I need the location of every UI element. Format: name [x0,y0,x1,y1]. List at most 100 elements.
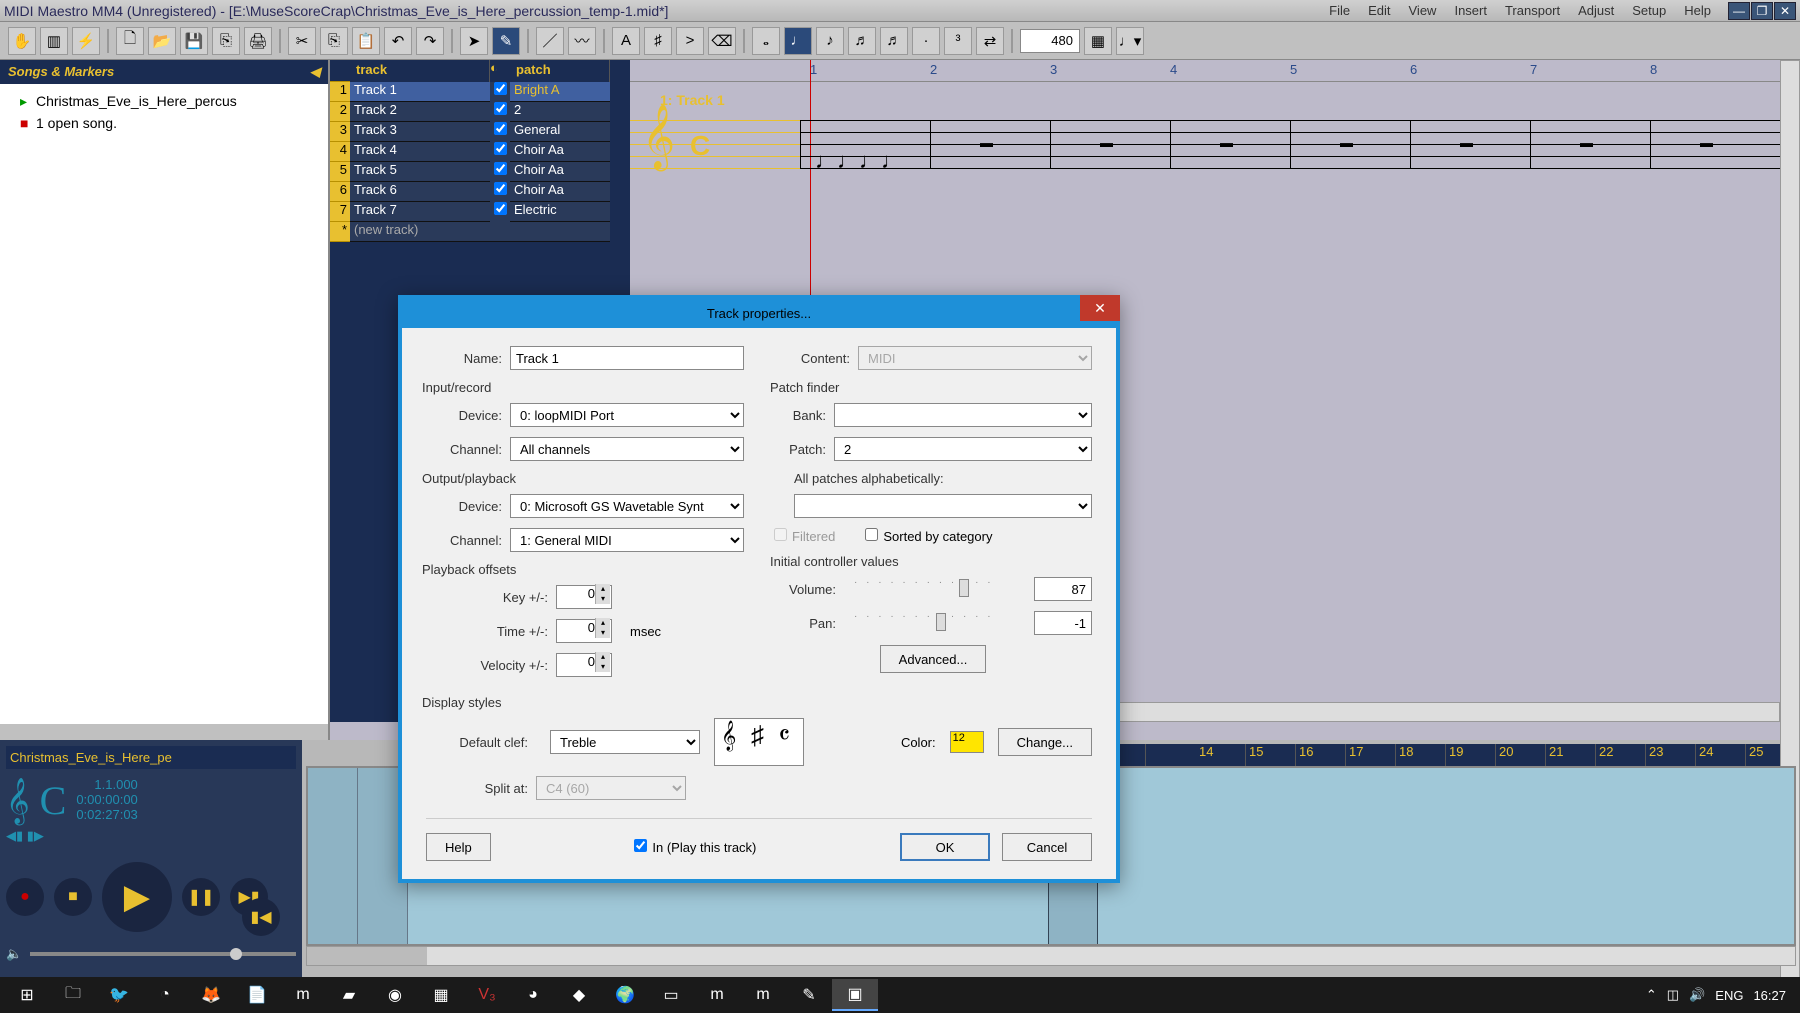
track-enable-chk[interactable] [494,142,507,155]
ok-button[interactable]: OK [900,833,990,861]
track-row[interactable]: 7Track 7Electric [330,202,630,222]
play-track-chk[interactable] [634,839,647,852]
task-app-icon[interactable]: ◔ [142,979,188,1011]
menu-insert[interactable]: Insert [1446,1,1495,20]
sorted-chk[interactable] [865,528,878,541]
tool-paste-icon[interactable]: 📋 [352,27,380,55]
tool-note-quarter-icon[interactable]: ♩ [784,27,812,55]
pause-button[interactable]: ❚❚ [182,878,220,916]
volume-slider-dlg[interactable] [854,587,1024,591]
task-current-icon[interactable]: ▣ [832,979,878,1011]
track-enable-chk[interactable] [494,82,507,95]
menu-edit[interactable]: Edit [1360,1,1398,20]
task-app-icon[interactable]: 🐦 [96,979,142,1011]
input-channel-select[interactable]: All channels [510,437,744,461]
task-app-icon[interactable]: ▦ [418,979,464,1011]
stop-button[interactable]: ■ [54,878,92,916]
clef-select[interactable]: Treble [550,730,700,754]
tool-cut-icon[interactable]: ✂ [288,27,316,55]
task-app-icon[interactable]: 📄 [234,979,280,1011]
tool-savemulti-icon[interactable]: ⎘ [212,27,240,55]
task-app-icon[interactable]: V₃ [464,979,510,1011]
tool-grid-icon[interactable]: ▦ [1084,27,1112,55]
change-color-button[interactable]: Change... [998,728,1092,756]
overview-ruler[interactable]: 11 12 14 15 16 17 18 19 20 21 22 23 24 2… [1046,744,1796,766]
alpha-patch-select[interactable] [794,494,1092,518]
menu-help[interactable]: Help [1676,1,1719,20]
help-button[interactable]: Help [426,833,491,861]
tool-print-icon[interactable]: 🖨 [244,27,272,55]
minimize-button[interactable]: — [1728,2,1750,20]
menu-adjust[interactable]: Adjust [1570,1,1622,20]
tool-dot-icon[interactable]: · [912,27,940,55]
menu-view[interactable]: View [1401,1,1445,20]
panel-collapse-icon[interactable]: ◀ [310,64,320,80]
track-enable-chk[interactable] [494,102,507,115]
tray-volume-icon[interactable]: 🔊 [1689,987,1705,1003]
pan-slider[interactable] [854,621,1024,625]
advanced-button[interactable]: Advanced... [880,645,987,673]
menu-file[interactable]: File [1321,1,1358,20]
tool-curve-icon[interactable]: 〰 [568,27,596,55]
task-app-icon[interactable]: ▰ [326,979,372,1011]
dialog-close-button[interactable]: ✕ [1080,295,1120,321]
task-app-icon[interactable]: m [694,979,740,1011]
volume-value[interactable] [1034,577,1092,601]
tool-sharp-icon[interactable]: ♯ [644,27,672,55]
track-enable-chk[interactable] [494,182,507,195]
track-row[interactable]: 1Track 1Bright A [330,82,630,102]
tool-eraser-icon[interactable]: ⌫ [708,27,736,55]
track-row[interactable]: 5Track 5Choir Aa [330,162,630,182]
track-header[interactable]: track [350,60,490,82]
tool-arrow-icon[interactable]: ➤ [460,27,488,55]
record-button[interactable]: ● [6,878,44,916]
track-enable-chk[interactable] [494,122,507,135]
song-item[interactable]: 1 open song. [6,112,322,134]
output-device-select[interactable]: 0: Microsoft GS Wavetable Synt [510,494,744,518]
tool-pencil-icon[interactable]: ✎ [492,27,520,55]
bank-select[interactable] [834,403,1092,427]
tool-text-icon[interactable]: A [612,27,640,55]
tray-net-icon[interactable]: ◫ [1667,987,1679,1003]
name-input[interactable] [510,346,744,370]
patch-select[interactable]: 2 [834,437,1092,461]
overview-hscroll[interactable] [306,946,1796,966]
maximize-button[interactable]: ❐ [1751,2,1773,20]
tool-note-32-icon[interactable]: ♬ [880,27,908,55]
key-offset-spin[interactable]: 0 [556,585,612,609]
tray-time[interactable]: 16:27 [1753,988,1786,1003]
tool-accent-icon[interactable]: > [676,27,704,55]
tool-wand-icon[interactable]: ⚡ [72,27,100,55]
time-offset-spin[interactable]: 0 [556,619,612,643]
track-row[interactable]: 3Track 3General [330,122,630,142]
track-enable-chk[interactable] [494,162,507,175]
tool-tempo-icon[interactable]: ⇄ [976,27,1004,55]
input-device-select[interactable]: 0: loopMIDI Port [510,403,744,427]
song-item[interactable]: Christmas_Eve_is_Here_percus [6,90,322,112]
track-vis-icon[interactable]: ◐ [490,60,510,82]
track-enable-chk[interactable] [494,202,507,215]
tool-save-icon[interactable]: 💾 [180,27,208,55]
tool-new-icon[interactable]: 🗋 [116,27,144,55]
tool-open-icon[interactable]: 📂 [148,27,176,55]
start-button[interactable]: ⊞ [4,979,50,1011]
volume-slider[interactable] [30,952,296,956]
task-firefox-icon[interactable]: 🦊 [188,979,234,1011]
task-app-icon[interactable]: ◆ [556,979,602,1011]
track-row[interactable]: 6Track 6Choir Aa [330,182,630,202]
task-explorer-icon[interactable]: 🗀 [50,979,96,1011]
task-app-icon[interactable]: 🌍 [602,979,648,1011]
velocity-offset-spin[interactable]: 0 [556,653,612,677]
tool-piano-icon[interactable]: ▥ [40,27,68,55]
tool-triplet-icon[interactable]: ³ [944,27,972,55]
close-button[interactable]: ✕ [1774,2,1796,20]
output-channel-select[interactable]: 1: General MIDI [510,528,744,552]
track-row[interactable]: 4Track 4Choir Aa [330,142,630,162]
tempo-input[interactable] [1020,29,1080,53]
tool-note-whole-icon[interactable]: 𝅝 [752,27,780,55]
tool-redo-icon[interactable]: ↷ [416,27,444,55]
task-app-icon[interactable]: m [280,979,326,1011]
task-app-icon[interactable]: ◉ [372,979,418,1011]
tool-hand-icon[interactable]: ✋ [8,27,36,55]
pan-value[interactable] [1034,611,1092,635]
